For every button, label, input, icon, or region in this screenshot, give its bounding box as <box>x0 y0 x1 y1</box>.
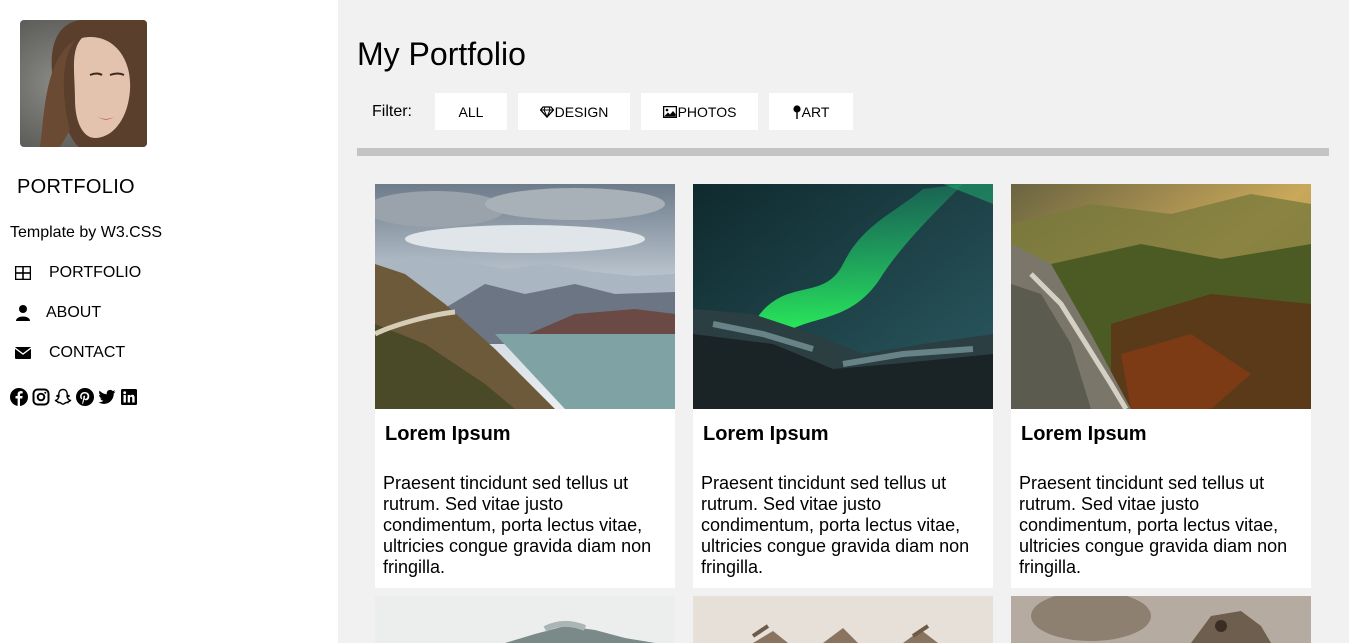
portfolio-card-image[interactable] <box>693 596 993 643</box>
sidebar-item-label: ABOUT <box>46 304 102 321</box>
diamond-icon <box>539 105 554 118</box>
portfolio-card[interactable]: Lorem Ipsum Praesent tincidunt sed tellu… <box>1011 184 1311 588</box>
filter-design-button[interactable]: DESIGN <box>518 93 630 130</box>
filter-photos-button[interactable]: PHOTOS <box>641 93 758 130</box>
facebook-icon[interactable] <box>10 388 28 406</box>
filter-art-button[interactable]: ART <box>769 93 853 130</box>
page-title: My Portfolio <box>357 36 526 72</box>
portfolio-card-image[interactable] <box>1011 596 1311 643</box>
sidebar-item-about[interactable]: ABOUT <box>10 296 310 330</box>
divider <box>357 148 1329 156</box>
filter-label: Filter: <box>372 102 412 120</box>
sidebar-item-label: PORTFOLIO <box>49 264 142 281</box>
snapchat-icon[interactable] <box>54 388 72 406</box>
filter-button-label: ALL <box>458 103 484 120</box>
card-image-forest-valley <box>1011 184 1311 409</box>
linkedin-icon[interactable] <box>120 388 138 406</box>
photo-icon <box>662 105 677 118</box>
user-icon <box>10 303 36 323</box>
portfolio-card[interactable]: Lorem Ipsum Praesent tincidunt sed tellu… <box>375 184 675 588</box>
grid-icon <box>10 263 36 283</box>
instagram-icon[interactable] <box>32 388 50 406</box>
sidebar-tagline: Template by W3.CSS <box>10 224 163 241</box>
sidebar-item-contact[interactable]: CONTACT <box>10 336 310 370</box>
filter-button-label: PHOTOS <box>677 103 737 120</box>
portfolio-card-image[interactable] <box>375 596 675 643</box>
portfolio-card[interactable]: Lorem Ipsum Praesent tincidunt sed tellu… <box>693 184 993 588</box>
map-pin-icon <box>793 104 801 119</box>
pinterest-icon[interactable] <box>76 388 94 406</box>
envelope-icon <box>10 343 36 363</box>
card-title: Lorem Ipsum <box>703 423 829 445</box>
card-text: Praesent tincidunt sed tellus ut rutrum.… <box>701 473 970 577</box>
card-title: Lorem Ipsum <box>1021 423 1147 445</box>
filter-all-button[interactable]: ALL <box>435 93 507 130</box>
avatar <box>20 20 147 147</box>
main-content: My Portfolio Filter: ALL DESIGN PHOTOS A… <box>338 0 1349 643</box>
card-text: Praesent tincidunt sed tellus ut rutrum.… <box>1019 473 1288 577</box>
filter-button-label: DESIGN <box>554 103 609 120</box>
filter-bar: Filter: ALL DESIGN PHOTOS ART <box>357 93 864 130</box>
sidebar-item-label: CONTACT <box>49 344 126 361</box>
sidebar-item-portfolio[interactable]: PORTFOLIO <box>10 256 310 290</box>
card-title: Lorem Ipsum <box>385 423 511 445</box>
social-links <box>10 388 138 406</box>
sidebar: PORTFOLIO Template by W3.CSS PORTFOLIO A… <box>0 0 338 643</box>
card-text: Praesent tincidunt sed tellus ut rutrum.… <box>383 473 652 577</box>
card-image-northern-lights <box>693 184 993 409</box>
twitter-icon[interactable] <box>98 388 116 406</box>
card-image-mountain-lake <box>375 184 675 409</box>
filter-button-label: ART <box>801 103 830 120</box>
sidebar-brand: PORTFOLIO <box>17 176 135 198</box>
